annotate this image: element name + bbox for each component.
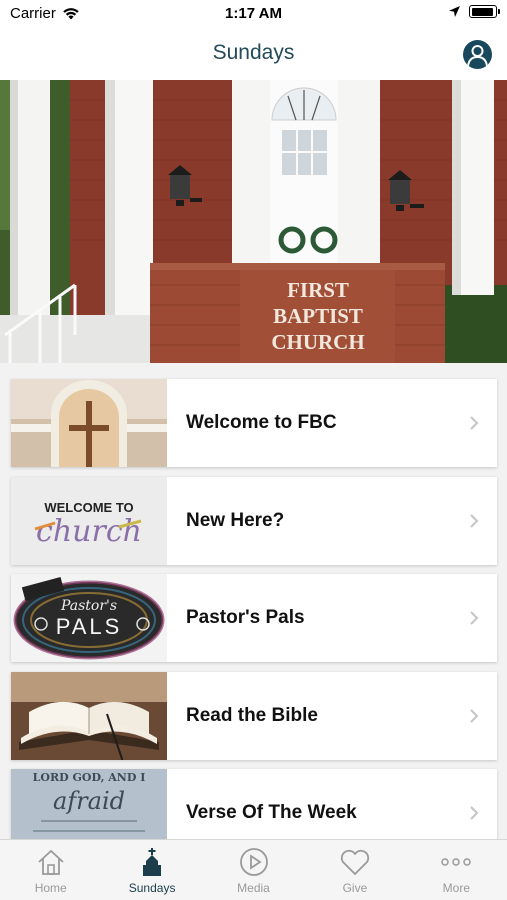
status-time: 1:17 AM (225, 5, 282, 22)
tab-more[interactable]: More (406, 840, 507, 900)
play-icon (237, 846, 271, 878)
sign-line-2: BAPTIST (273, 304, 363, 328)
content-list: Welcome to FBC WELCOME TO church New Her… (11, 379, 497, 867)
profile-button[interactable] (463, 40, 492, 69)
location-arrow-icon (449, 6, 460, 17)
open-bible-thumbnail (11, 671, 167, 760)
pastors-pals-thumbnail: Pastor's PALS (11, 574, 167, 662)
svg-text:church: church (36, 514, 142, 549)
tab-label: More (442, 881, 470, 895)
chevron-right-icon (470, 806, 479, 820)
tab-label: Sundays (128, 881, 176, 895)
tab-label: Home (34, 881, 67, 895)
list-item-read-the-bible[interactable]: Read the Bible (11, 671, 497, 760)
svg-text:LORD GOD, AND I: LORD GOD, AND I (33, 771, 146, 784)
list-item-label: Pastor's Pals (186, 607, 305, 628)
list-item-pastors-pals[interactable]: Pastor's PALS Pastor's Pals (11, 574, 497, 662)
church-icon (135, 846, 169, 878)
welcome-to-church-thumbnail: WELCOME TO church (11, 476, 167, 565)
profile-icon (467, 45, 488, 67)
sign-line-1: FIRST (287, 278, 349, 302)
battery-icon (469, 5, 500, 18)
tab-label: Media (237, 881, 270, 895)
page-title: Sundays (212, 41, 295, 64)
chevron-right-icon (470, 708, 479, 723)
list-item-label: New Here? (186, 509, 285, 531)
hero-church-image: FIRST BAPTIST CHURCH (0, 80, 507, 363)
svg-text:PALS: PALS (56, 614, 123, 639)
list-item-label: Read the Bible (186, 704, 318, 726)
tab-media[interactable]: Media (203, 840, 304, 900)
navigation-bar: Sundays (0, 28, 507, 80)
church-building-illustration: FIRST BAPTIST CHURCH (0, 80, 507, 363)
list-item-label: Welcome to FBC (186, 412, 337, 433)
list-item-new-here[interactable]: WELCOME TO church New Here? (11, 476, 497, 565)
tab-bar: Home Sundays Media Give More (0, 839, 507, 900)
list-item-label: Verse Of The Week (186, 802, 357, 823)
tab-give[interactable]: Give (304, 840, 405, 900)
list-item-welcome-to-fbc[interactable]: Welcome to FBC (11, 379, 497, 467)
chevron-right-icon (470, 416, 479, 430)
more-dots-icon (439, 846, 473, 878)
tab-label: Give (342, 881, 368, 895)
status-bar: Carrier 1:17 AM (0, 0, 507, 28)
home-icon (34, 846, 68, 878)
chevron-right-icon (470, 611, 479, 625)
altar-cross-thumbnail (11, 379, 167, 467)
svg-text:WELCOME TO: WELCOME TO (44, 500, 133, 515)
heart-icon (338, 846, 372, 878)
tab-sundays[interactable]: Sundays (101, 840, 202, 900)
sign-line-3: CHURCH (271, 330, 364, 354)
chevron-right-icon (470, 513, 479, 528)
svg-text:Pastor's: Pastor's (60, 598, 117, 614)
tab-home[interactable]: Home (0, 840, 101, 900)
battery-level (471, 7, 494, 16)
svg-text:afraid: afraid (53, 787, 125, 815)
